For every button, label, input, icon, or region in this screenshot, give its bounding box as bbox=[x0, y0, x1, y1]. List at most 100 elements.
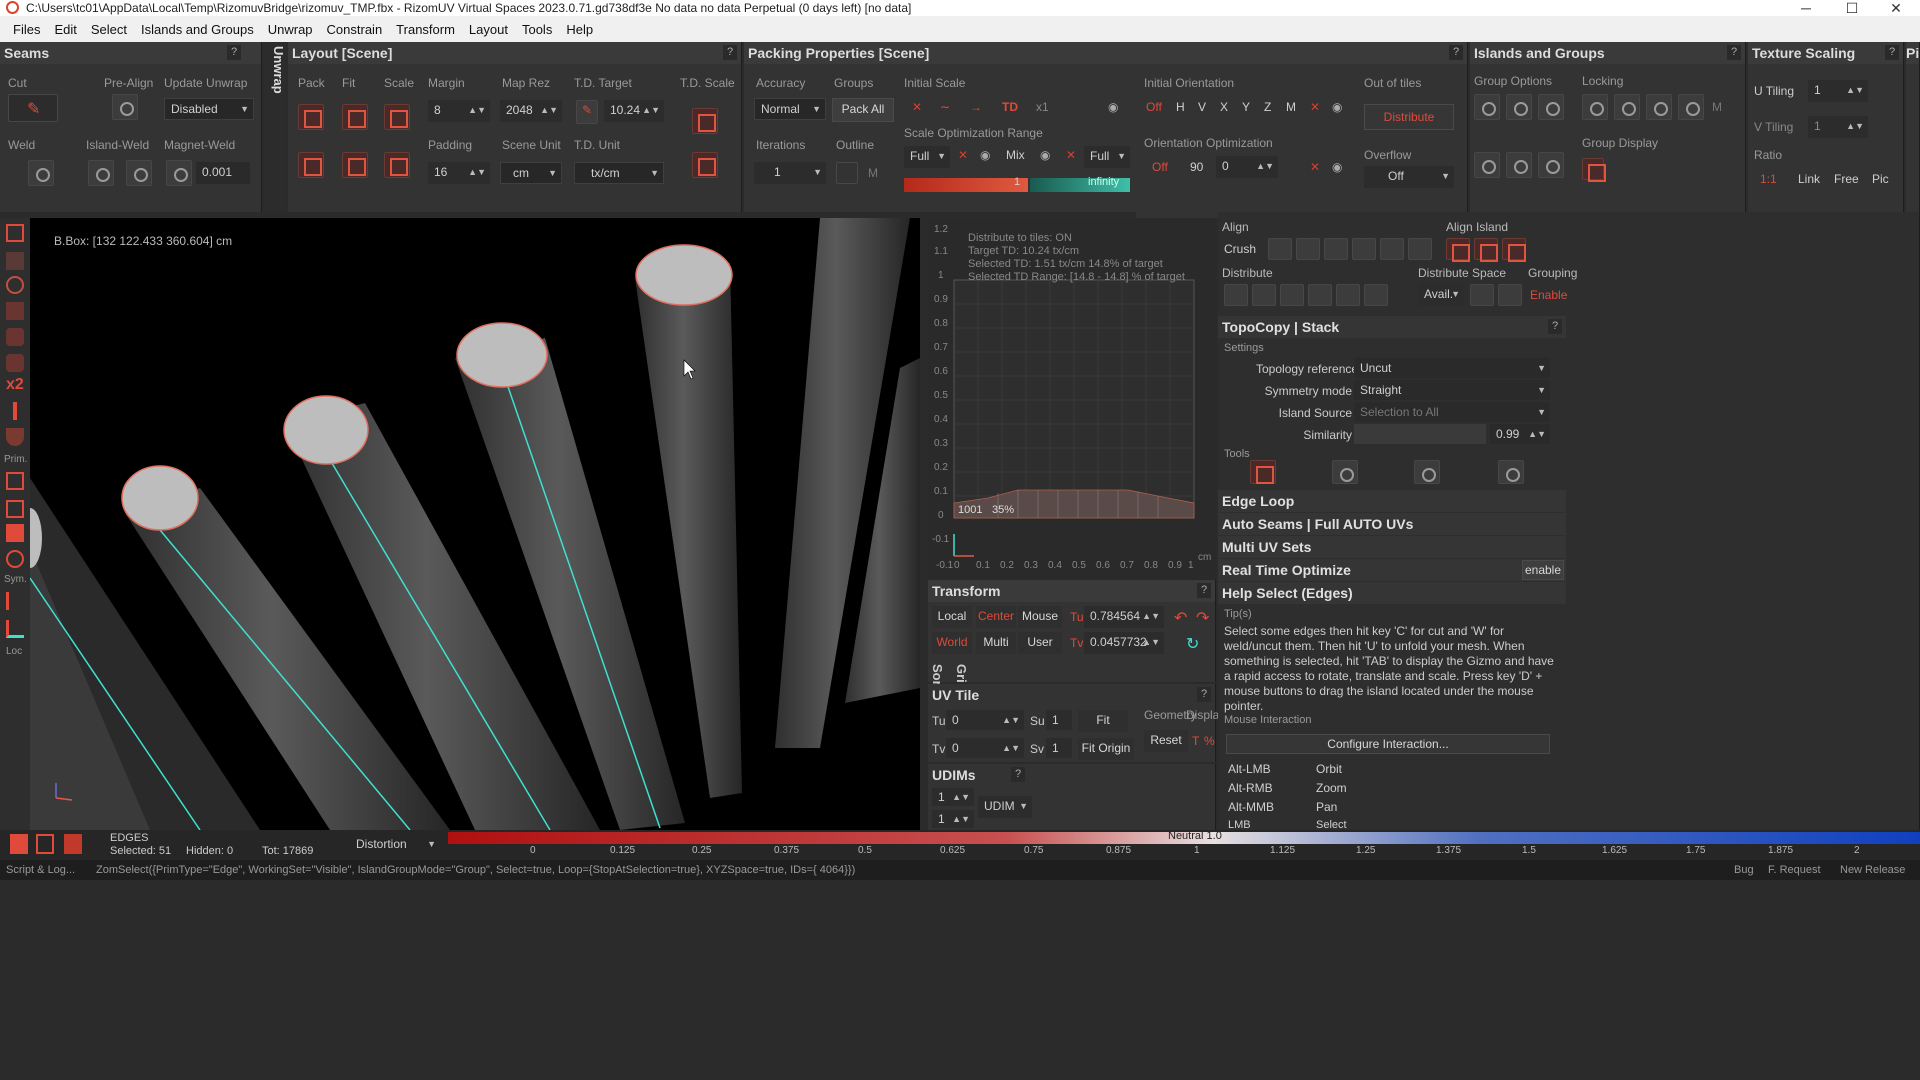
map-rez-input[interactable]: 2048 ▲▼ bbox=[500, 100, 562, 122]
undo-icon[interactable]: ↶ bbox=[1174, 608, 1187, 628]
initial-scale-wave-icon[interactable]: ∼ bbox=[940, 100, 950, 114]
menu-transform[interactable]: Transform bbox=[389, 22, 462, 37]
multi-uv-header[interactable]: Multi UV Sets bbox=[1218, 536, 1566, 558]
distribute-space-1-icon[interactable] bbox=[1470, 284, 1494, 306]
eye-icon[interactable]: ◉ bbox=[1108, 100, 1118, 114]
range-high-off-icon[interactable]: ✕ bbox=[1066, 148, 1076, 162]
island-source-select[interactable]: Selection to All ▼ bbox=[1354, 402, 1550, 422]
grid-select-tool[interactable] bbox=[6, 302, 24, 320]
outline-icon[interactable] bbox=[836, 162, 858, 184]
oo-90[interactable]: 90 bbox=[1190, 160, 1203, 174]
scale-range-low-select[interactable]: Full ▼ bbox=[904, 146, 950, 168]
tu-input[interactable]: 0.784564 ▲▼ bbox=[1084, 606, 1164, 628]
align-top-icon[interactable] bbox=[1352, 238, 1376, 260]
scale-range-low-bar[interactable] bbox=[904, 178, 1028, 192]
orient-z[interactable]: Z bbox=[1264, 100, 1271, 114]
topocopy-header[interactable]: TopoCopy | Stack ? bbox=[1218, 316, 1566, 338]
ratio-1-1[interactable]: 1:1 bbox=[1760, 172, 1777, 186]
symmetry-tool[interactable] bbox=[6, 592, 24, 610]
pack-all-button[interactable]: Pack All bbox=[832, 98, 894, 122]
oo-off[interactable]: Off bbox=[1152, 160, 1168, 174]
oo-off-icon[interactable]: ✕ bbox=[1310, 160, 1320, 174]
pin-tool[interactable] bbox=[13, 402, 17, 420]
edges-mode-icon[interactable] bbox=[10, 834, 28, 854]
help-icon[interactable]: ? bbox=[1885, 45, 1899, 60]
locking-m[interactable]: M bbox=[1712, 100, 1722, 114]
td-target-input[interactable]: 10.24 ▲▼ bbox=[604, 100, 664, 122]
minimize-button[interactable]: ─ bbox=[1784, 0, 1828, 16]
eye-icon[interactable]: ◉ bbox=[1040, 148, 1050, 162]
maximize-button[interactable]: ☐ bbox=[1830, 0, 1874, 16]
pack-selected-button[interactable] bbox=[298, 152, 324, 178]
rto-header[interactable]: Real Time Optimize enable bbox=[1218, 559, 1566, 581]
island-select-tool[interactable] bbox=[6, 252, 24, 270]
group-option-1-button[interactable] bbox=[1474, 94, 1500, 120]
help-select-header[interactable]: Help Select (Edges) bbox=[1218, 582, 1566, 604]
fit-button[interactable] bbox=[342, 104, 368, 130]
orient-m[interactable]: M bbox=[1286, 100, 1296, 114]
distribute-1-icon[interactable] bbox=[1224, 284, 1248, 306]
group-display-button[interactable] bbox=[1582, 158, 1606, 182]
initial-scale-x1[interactable]: x1 bbox=[1036, 100, 1049, 114]
transform-mouse[interactable]: Mouse bbox=[1018, 606, 1062, 628]
oo-step-input[interactable]: 0 ▲▼ bbox=[1216, 156, 1278, 178]
ratio-pic[interactable]: Pic bbox=[1872, 172, 1889, 186]
transform-world[interactable]: World bbox=[932, 632, 972, 654]
transform-multi[interactable]: Multi bbox=[976, 632, 1016, 654]
distribute-space-select[interactable]: Avail. ▼ bbox=[1418, 284, 1464, 306]
lock-icon[interactable] bbox=[1646, 94, 1672, 120]
pack-button[interactable] bbox=[298, 104, 324, 130]
td-scale-button[interactable] bbox=[692, 108, 718, 134]
align-center-v-icon[interactable] bbox=[1380, 238, 1404, 260]
distribute-5-icon[interactable] bbox=[1336, 284, 1360, 306]
menu-edit[interactable]: Edit bbox=[47, 22, 83, 37]
eye-icon[interactable]: ◉ bbox=[1332, 160, 1342, 174]
tile-tv-input[interactable]: 0 ▲▼ bbox=[946, 738, 1024, 758]
help-icon[interactable]: ? bbox=[1548, 319, 1562, 334]
island-weld-all-button[interactable] bbox=[126, 160, 152, 186]
distortion-select[interactable]: Distortion ▼ bbox=[350, 834, 440, 856]
overflow-select[interactable]: Off ▼ bbox=[1364, 166, 1454, 188]
distribute-6-icon[interactable] bbox=[1364, 284, 1388, 306]
iterations-select[interactable]: 1 ▼ bbox=[754, 162, 826, 184]
v-tiling-input[interactable]: 1 ▲▼ bbox=[1808, 116, 1868, 138]
td-unit-select[interactable]: tx/cm ▼ bbox=[574, 162, 664, 184]
topology-ref-select[interactable]: Uncut ▼ bbox=[1354, 358, 1550, 378]
initial-scale-arrow-icon[interactable]: → bbox=[970, 100, 982, 114]
topocopy-tool-1-icon[interactable] bbox=[1250, 460, 1276, 484]
group-view-3-button[interactable] bbox=[1538, 152, 1564, 178]
3d-scene[interactable] bbox=[30, 218, 920, 830]
help-icon[interactable]: ? bbox=[1197, 583, 1211, 598]
rotate-icon[interactable]: ↻ bbox=[1186, 634, 1199, 654]
shield-icon[interactable] bbox=[6, 428, 24, 446]
uv-viewport[interactable]: Distribute to tiles: ON Target TD: 10.24… bbox=[928, 218, 1216, 580]
menu-unwrap[interactable]: Unwrap bbox=[261, 22, 320, 37]
edges-mode-alt2-icon[interactable] bbox=[64, 834, 82, 854]
initial-scale-td[interactable]: TD bbox=[1002, 100, 1018, 114]
topocopy-tool-3-icon[interactable] bbox=[1414, 460, 1440, 484]
distribute-4-icon[interactable] bbox=[1308, 284, 1332, 306]
topocopy-tool-2-icon[interactable] bbox=[1332, 460, 1358, 484]
eye-icon[interactable]: ◉ bbox=[1332, 100, 1342, 114]
range-low-off-icon[interactable]: ✕ bbox=[958, 148, 968, 162]
similarity-slider[interactable] bbox=[1354, 424, 1486, 444]
redo-icon[interactable]: ↷ bbox=[1196, 608, 1209, 628]
tv-input[interactable]: 0.0457732 ▲▼ bbox=[1084, 632, 1164, 654]
align-left-icon[interactable] bbox=[1268, 238, 1292, 260]
group-view-2-button[interactable] bbox=[1506, 152, 1532, 178]
tile-sv-input[interactable]: 1 bbox=[1046, 738, 1072, 758]
symmetry-select[interactable]: Straight ▼ bbox=[1354, 380, 1550, 400]
help-icon[interactable]: ? bbox=[1449, 45, 1463, 60]
tile-reset-button[interactable]: Reset bbox=[1144, 730, 1188, 752]
magnet-tool[interactable] bbox=[6, 328, 24, 346]
ratio-free[interactable]: Free bbox=[1834, 172, 1859, 186]
orient-x[interactable]: X bbox=[1220, 100, 1228, 114]
initial-scale-off-icon[interactable]: ✕ bbox=[912, 100, 922, 114]
pre-align-button[interactable] bbox=[112, 94, 138, 120]
orient-v[interactable]: V bbox=[1198, 100, 1206, 114]
magnet-alt-tool[interactable] bbox=[6, 354, 24, 372]
unwrap-tab-label[interactable]: Unwrap bbox=[264, 46, 286, 116]
display-t-toggle[interactable]: T bbox=[1192, 734, 1199, 748]
tile-fit-button[interactable]: Fit bbox=[1078, 710, 1128, 732]
symmetry-alt-tool[interactable] bbox=[6, 620, 24, 638]
